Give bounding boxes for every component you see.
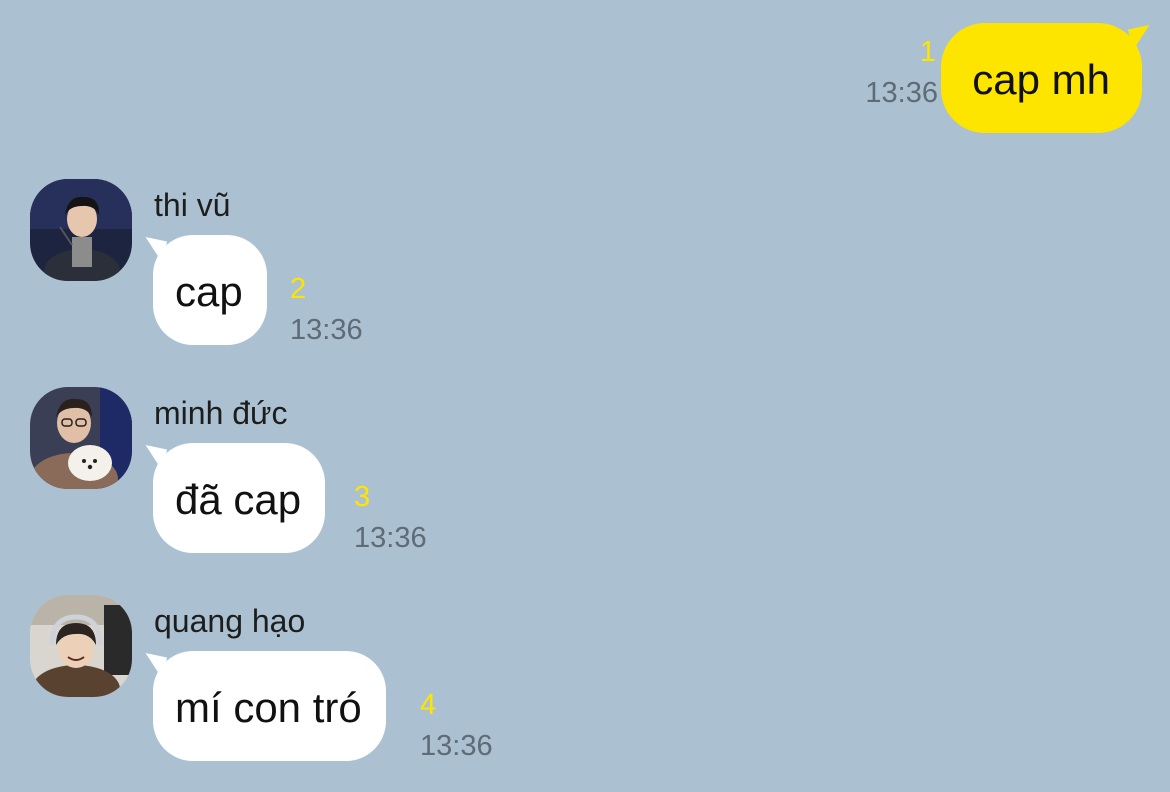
incoming-message-meta: 2 13:36 <box>290 275 363 345</box>
incoming-bubble[interactable]: mí con tró <box>153 651 386 761</box>
profile-photo-icon <box>30 179 132 281</box>
unread-count: 2 <box>290 273 307 305</box>
avatar[interactable] <box>30 595 132 697</box>
incoming-message-meta: 3 13:36 <box>354 483 427 553</box>
timestamp: 13:36 <box>420 730 493 762</box>
timestamp: 13:36 <box>290 314 363 346</box>
timestamp: 13:36 <box>865 77 938 109</box>
timestamp: 13:36 <box>354 522 427 554</box>
profile-photo-icon <box>30 595 132 697</box>
outgoing-message-meta: 1 13:36 <box>865 38 938 108</box>
outgoing-message[interactable]: cap mh <box>941 23 1142 133</box>
incoming-bubble[interactable]: cap <box>153 235 267 345</box>
avatar[interactable] <box>30 387 132 489</box>
sender-name: thi vũ <box>154 187 231 223</box>
unread-count: 1 <box>919 36 936 68</box>
unread-count: 3 <box>354 481 371 513</box>
incoming-message-meta: 4 13:36 <box>420 691 493 761</box>
sender-name: quang hạo <box>154 603 306 639</box>
outgoing-bubble[interactable]: cap mh <box>941 23 1142 133</box>
chat-room[interactable]: cap mh 1 13:36 thi vũ cap 2 13:36 minh đ… <box>0 0 1170 792</box>
unread-count: 4 <box>420 689 437 721</box>
avatar[interactable] <box>30 179 132 281</box>
incoming-bubble[interactable]: đã cap <box>153 443 326 553</box>
sender-name: minh đức <box>154 395 288 431</box>
profile-photo-icon <box>30 387 132 489</box>
